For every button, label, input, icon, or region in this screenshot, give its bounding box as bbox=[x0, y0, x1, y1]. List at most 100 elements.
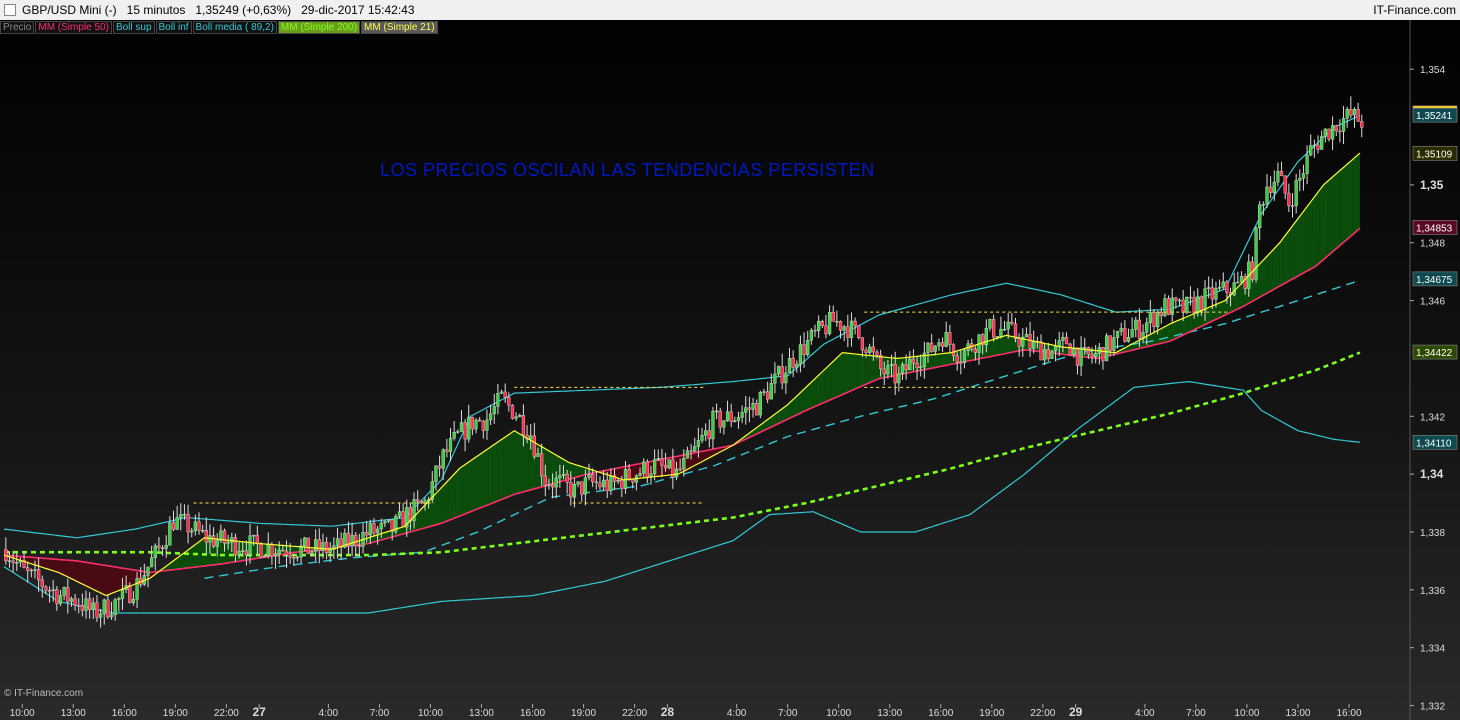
legend-item[interactable]: MM (Simple 200) bbox=[277, 21, 361, 34]
ma-fill-segment bbox=[109, 566, 114, 595]
ma-fill-segment bbox=[856, 354, 861, 389]
ma-fill-segment bbox=[1312, 194, 1317, 268]
x-tick-label: 22:00 bbox=[214, 708, 239, 719]
candle-body bbox=[988, 319, 992, 329]
candle-body bbox=[547, 484, 551, 487]
y-tick-label: 1,35 bbox=[1420, 178, 1444, 192]
ma-fill-segment bbox=[499, 438, 504, 501]
ma-fill-segment bbox=[1338, 168, 1342, 248]
candle-body bbox=[543, 475, 547, 486]
candle-body bbox=[40, 579, 44, 588]
ma-fill-segment bbox=[459, 465, 464, 517]
candle-body bbox=[1236, 281, 1240, 284]
ma-fill-segment bbox=[1279, 237, 1284, 287]
candle-body bbox=[485, 419, 489, 431]
candle-body bbox=[798, 344, 803, 365]
candle-body bbox=[1290, 205, 1295, 207]
candle-body bbox=[736, 417, 741, 421]
candle-body bbox=[1053, 346, 1058, 352]
candle-body bbox=[689, 450, 693, 452]
ma-fill-segment bbox=[1159, 327, 1164, 344]
legend-item[interactable]: MM (Simple 21) bbox=[361, 21, 438, 34]
ma-fill-segment bbox=[1265, 254, 1269, 295]
candle-body bbox=[153, 545, 157, 558]
x-tick-label: 13:00 bbox=[61, 708, 86, 719]
candle-body bbox=[591, 474, 595, 483]
ma-fill-segment bbox=[434, 491, 438, 526]
ma-fill-segment bbox=[517, 432, 522, 494]
x-tick-label: 19:00 bbox=[979, 708, 1004, 719]
ma-fill-segment bbox=[131, 569, 136, 586]
window-icon[interactable] bbox=[4, 4, 16, 16]
ma-fill-segment bbox=[630, 464, 635, 480]
candle-body bbox=[255, 534, 259, 544]
price-tag-label: 1,35241 bbox=[1416, 111, 1453, 122]
ma-fill-segment bbox=[824, 366, 828, 403]
candle-body bbox=[674, 468, 679, 478]
candle-body bbox=[1064, 336, 1069, 345]
ma-fill-segment bbox=[84, 562, 88, 587]
candle-body bbox=[106, 599, 110, 618]
candle-body bbox=[135, 578, 139, 600]
candle-body bbox=[707, 430, 711, 440]
candle-body bbox=[51, 589, 55, 591]
ma-fill-segment bbox=[69, 560, 74, 580]
legend-item[interactable]: MM (Simple 50) bbox=[35, 21, 112, 34]
candle-body bbox=[474, 419, 478, 430]
ma-fill-segment bbox=[937, 353, 941, 368]
ma-fill-segment bbox=[831, 359, 836, 400]
candle-body bbox=[467, 416, 471, 440]
candle-body bbox=[215, 540, 219, 547]
candle-body bbox=[831, 312, 835, 322]
chart-annotation: LOS PRECIOS OSCILAN LAS TENDENCIAS PERSI… bbox=[380, 160, 875, 180]
candle-body bbox=[237, 550, 241, 556]
candle-body bbox=[795, 363, 799, 368]
legend-item[interactable]: Precio bbox=[0, 21, 35, 34]
candle-body bbox=[653, 459, 657, 475]
legend-item[interactable]: Boll media ( 89,2) bbox=[192, 21, 277, 34]
candle-body bbox=[102, 599, 106, 615]
candle-body bbox=[1192, 297, 1196, 314]
candle-body bbox=[66, 587, 70, 602]
candle-body bbox=[1338, 130, 1342, 133]
candle-body bbox=[164, 545, 168, 549]
legend-item[interactable]: Boll sup bbox=[112, 21, 155, 34]
candle-body bbox=[448, 437, 453, 452]
ma-fill-segment bbox=[55, 559, 59, 573]
ma-fill-segment bbox=[820, 370, 825, 405]
candle-body bbox=[481, 420, 485, 431]
ma-fill-segment bbox=[51, 558, 56, 572]
candle-body bbox=[682, 458, 686, 470]
candle-body bbox=[1265, 186, 1269, 205]
x-tick-label: 16:00 bbox=[112, 708, 137, 719]
ma-fill-segment bbox=[200, 537, 205, 567]
ma-fill-segment bbox=[853, 353, 857, 390]
candle-body bbox=[434, 465, 438, 482]
candle-body bbox=[492, 406, 496, 415]
candle-body bbox=[930, 342, 934, 352]
price-tag-label: 1,34110 bbox=[1416, 438, 1452, 449]
candle-body bbox=[554, 477, 558, 488]
candle-body bbox=[98, 613, 103, 618]
ma-fill-segment bbox=[452, 472, 456, 519]
candle-body bbox=[678, 468, 682, 471]
candle-body bbox=[470, 416, 475, 430]
candle-body bbox=[149, 557, 154, 568]
candle-body bbox=[660, 458, 664, 466]
candle-body bbox=[190, 530, 194, 533]
candle-body bbox=[510, 404, 515, 419]
ma-fill-segment bbox=[948, 352, 952, 365]
candle-body bbox=[722, 420, 726, 428]
x-tick-label: 22:00 bbox=[622, 708, 647, 719]
price-chart[interactable]: 1,354 1,35 1,348 1,346 1,342 1,34 1,338 1,336 1,… bbox=[0, 20, 1460, 720]
legend-item[interactable]: Boll inf bbox=[155, 21, 192, 34]
ma-fill-segment bbox=[62, 559, 66, 577]
ma-fill-segment bbox=[933, 354, 938, 368]
candle-body bbox=[295, 556, 300, 559]
candle-body bbox=[1174, 297, 1178, 301]
candle-body bbox=[751, 403, 755, 410]
candle-body bbox=[499, 391, 504, 394]
candle-body bbox=[631, 479, 635, 483]
candle-body bbox=[507, 397, 511, 406]
ma-fill-segment bbox=[860, 354, 865, 387]
